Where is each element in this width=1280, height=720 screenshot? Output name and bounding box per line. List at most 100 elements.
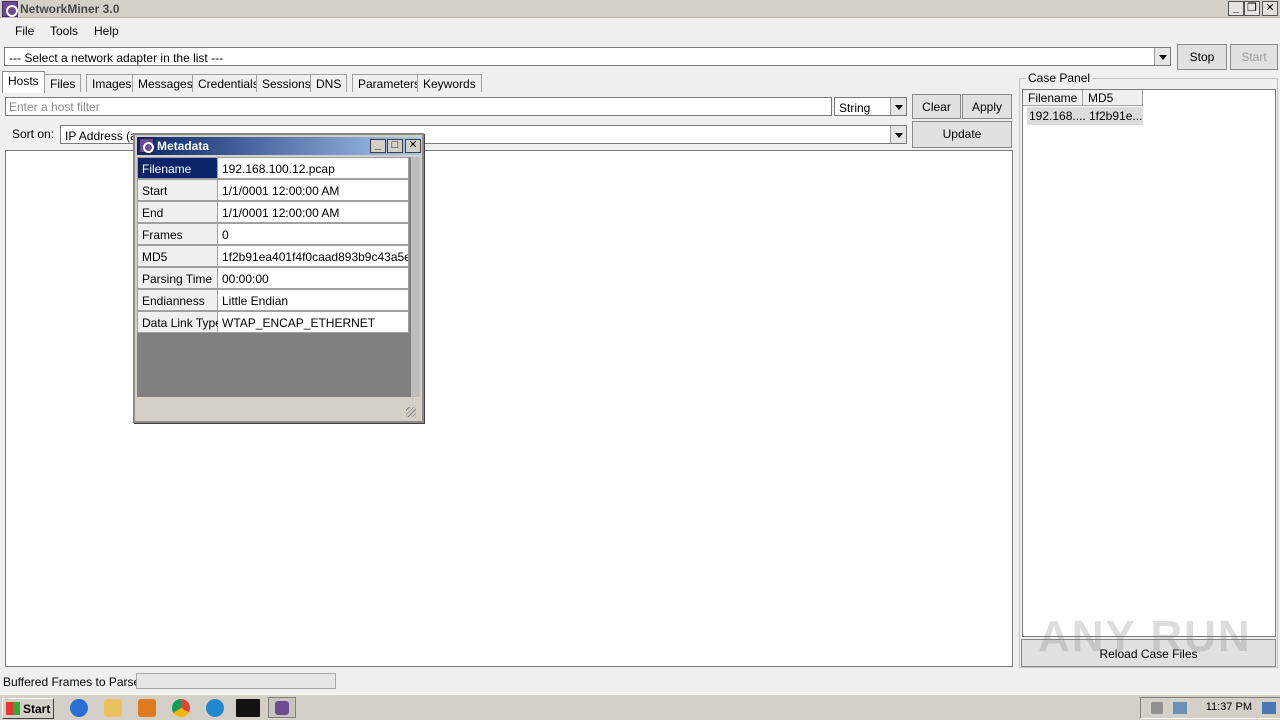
metadata-value: 192.168.100.12.pcap	[218, 157, 409, 179]
tab-parameters[interactable]: Parameters	[352, 74, 427, 92]
metadata-key: Data Link Type	[137, 311, 222, 333]
metadata-key: Start	[137, 179, 218, 201]
restore-icon[interactable]: ❐	[1244, 1, 1260, 16]
metadata-value: 00:00:00	[218, 267, 409, 289]
start-button-label: Start	[23, 702, 51, 716]
update-button-label: Update	[942, 127, 982, 141]
grid-scrollbar[interactable]	[411, 157, 420, 397]
chevron-down-icon[interactable]	[1154, 48, 1170, 65]
column-header-filename[interactable]: Filename	[1023, 90, 1083, 106]
networkminer-taskbar-button[interactable]	[268, 697, 296, 718]
metadata-dialog-title: Metadata	[157, 139, 210, 153]
minimize-icon[interactable]: _	[370, 139, 386, 153]
metadata-dialog-statusbar	[137, 400, 420, 420]
table-row[interactable]: Data Link Type WTAP_ENCAP_ETHERNET	[137, 311, 409, 333]
network-icon[interactable]	[1173, 702, 1187, 714]
edge-icon[interactable]	[206, 699, 224, 717]
update-button[interactable]: Update	[912, 121, 1012, 148]
table-row[interactable]: Start 1/1/0001 12:00:00 AM	[137, 179, 409, 201]
start-capture-button[interactable]: Start	[1230, 44, 1278, 70]
tab-dns[interactable]: DNS	[310, 74, 348, 92]
resize-grip-icon[interactable]	[406, 407, 416, 417]
window-title: NetworkMiner 3.0	[20, 2, 120, 16]
tab-messages[interactable]: Messages	[132, 74, 199, 92]
windows-logo-icon	[6, 702, 20, 715]
taskbar: Start 11:37 PM	[0, 694, 1280, 720]
menu-help[interactable]: Help	[90, 24, 123, 38]
internet-explorer-icon[interactable]	[70, 699, 88, 717]
host-filter-input[interactable]	[6, 98, 831, 115]
metadata-grid: Filename 192.168.100.12.pcap Start 1/1/000…	[137, 157, 420, 397]
stop-button-label: Stop	[1189, 50, 1215, 64]
speaker-icon[interactable]	[1151, 702, 1163, 714]
chevron-down-icon[interactable]	[890, 126, 906, 143]
filter-type-value: String	[839, 101, 871, 115]
tab-files[interactable]: Files	[44, 74, 82, 92]
sort-on-label: Sort on:	[12, 127, 55, 141]
start-button[interactable]: Start	[2, 698, 54, 719]
table-row[interactable]: Frames 0	[137, 223, 409, 245]
taskbar-clock: 11:37 PM	[1205, 701, 1252, 713]
metadata-key: End	[137, 201, 218, 223]
metadata-key: MD5	[137, 245, 218, 267]
maximize-icon[interactable]: □	[387, 139, 403, 153]
start-capture-button-label: Start	[1241, 50, 1267, 64]
metadata-dialog: Metadata _ □ ✕ Filename 192.168.100.12.pc…	[133, 133, 424, 423]
list-item[interactable]: 192.168.... 1f2b91e...	[1027, 107, 1143, 125]
buffered-frames-progress	[136, 673, 336, 689]
clear-button-label: Clear	[922, 100, 951, 114]
column-header-md5[interactable]: MD5	[1083, 90, 1143, 106]
menu-file[interactable]: File	[11, 24, 38, 38]
menu-bar: File Tools Help	[0, 19, 1280, 43]
case-panel-title: Case Panel	[1026, 71, 1093, 85]
show-desktop-icon[interactable]	[1262, 702, 1276, 714]
tab-credentials[interactable]: Credentials	[192, 74, 265, 92]
menu-tools[interactable]: Tools	[46, 24, 82, 38]
networkminer-app-icon	[275, 701, 289, 715]
metadata-value: WTAP_ENCAP_ETHERNET	[218, 311, 409, 333]
apply-button[interactable]: Apply	[962, 94, 1012, 119]
media-player-icon[interactable]	[138, 699, 156, 717]
tab-keywords[interactable]: Keywords	[417, 74, 482, 92]
metadata-value: 0	[218, 223, 409, 245]
apply-button-label: Apply	[971, 100, 1003, 114]
sort-on-value: IP Address (as	[65, 129, 143, 143]
minimize-icon[interactable]: _	[1228, 1, 1244, 16]
host-filter-field[interactable]	[5, 97, 832, 116]
metadata-value: Little Endian	[218, 289, 409, 311]
tab-sessions[interactable]: Sessions	[256, 74, 317, 92]
file-explorer-icon[interactable]	[104, 699, 122, 717]
metadata-value: 1/1/0001 12:00:00 AM	[218, 179, 409, 201]
stop-button[interactable]: Stop	[1177, 44, 1227, 70]
tab-hosts[interactable]: Hosts	[2, 71, 45, 93]
table-row[interactable]: MD5 1f2b91ea401f4f0caad893b9c43a5e4e	[137, 245, 409, 267]
table-row[interactable]: Endianness Little Endian	[137, 289, 409, 311]
table-row[interactable]: End 1/1/0001 12:00:00 AM	[137, 201, 409, 223]
networkminer-app-icon	[2, 1, 18, 17]
chrome-icon[interactable]	[172, 699, 190, 717]
chevron-down-icon[interactable]	[890, 98, 906, 115]
buffered-frames-label: Buffered Frames to Parse:	[3, 675, 144, 689]
metadata-key: Frames	[137, 223, 218, 245]
metadata-value: 1f2b91ea401f4f0caad893b9c43a5e4e	[218, 245, 409, 267]
tab-images[interactable]: Images	[86, 74, 138, 92]
command-prompt-icon[interactable]	[236, 699, 260, 717]
case-row-filename: 192.168....	[1029, 109, 1086, 123]
metadata-dialog-titlebar[interactable]: Metadata _ □ ✕	[137, 137, 421, 155]
table-row[interactable]: Filename 192.168.100.12.pcap	[137, 157, 409, 179]
metadata-key: Parsing Time	[137, 267, 218, 289]
metadata-key: Filename	[137, 157, 218, 179]
clear-button[interactable]: Clear	[912, 94, 961, 119]
metadata-value: 1/1/0001 12:00:00 AM	[218, 201, 409, 223]
metadata-key: Endianness	[137, 289, 218, 311]
anyrun-watermark: ANY RUN	[1038, 612, 1252, 661]
network-adapter-select[interactable]: --- Select a network adapter in the list…	[4, 47, 1171, 66]
networkminer-app-icon	[139, 138, 154, 153]
table-row[interactable]: Parsing Time 00:00:00	[137, 267, 409, 289]
close-icon[interactable]: ✕	[405, 139, 421, 153]
close-icon[interactable]: ✕	[1262, 1, 1278, 16]
case-files-list[interactable]: Filename MD5 192.168.... 1f2b91e...	[1022, 89, 1276, 637]
case-row-md5: 1f2b91e...	[1089, 109, 1143, 123]
network-adapter-value: --- Select a network adapter in the list…	[9, 51, 224, 65]
filter-type-select[interactable]: String	[834, 97, 907, 116]
